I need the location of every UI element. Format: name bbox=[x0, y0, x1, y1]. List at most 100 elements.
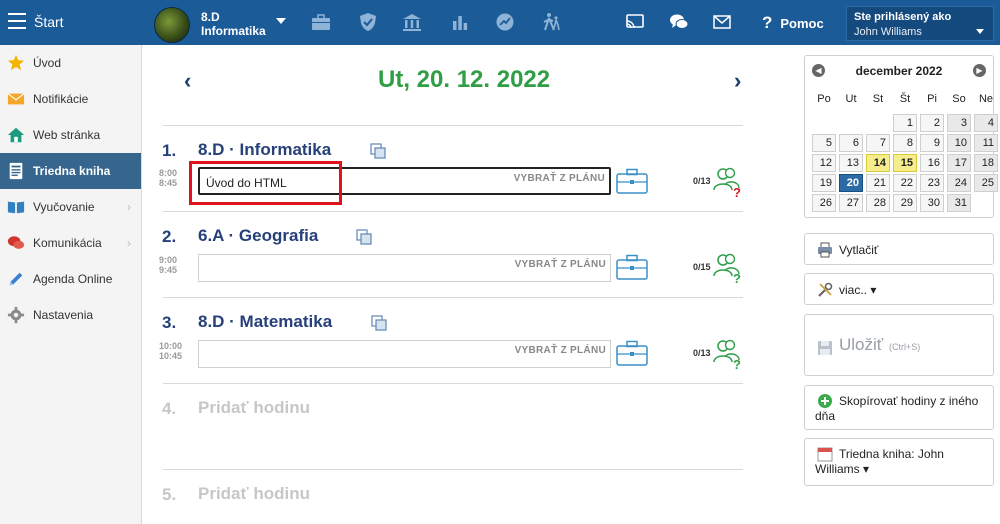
save-button[interactable]: Uložiť (Ctrl+S) bbox=[804, 314, 994, 376]
calendar-day[interactable]: 28 bbox=[866, 194, 890, 212]
calendar-day[interactable]: 13 bbox=[839, 154, 863, 172]
sidebar-item-label: Úvod bbox=[33, 56, 62, 70]
copy-icon[interactable] bbox=[356, 229, 372, 245]
select-from-plan-link[interactable]: VYBRAŤ Z PLÁNU bbox=[515, 345, 606, 356]
hamburger-menu-icon[interactable] bbox=[8, 13, 26, 29]
briefcase-icon[interactable] bbox=[310, 12, 332, 32]
sidebar-item-vyucovanie[interactable]: Vyučovanie › bbox=[0, 189, 141, 225]
calendar-day[interactable]: 21 bbox=[866, 174, 890, 192]
calendar-day[interactable]: 27 bbox=[839, 194, 863, 212]
calendar-weekday-header: Po bbox=[817, 93, 831, 105]
calendar-next-month-button[interactable]: ▶ bbox=[973, 64, 986, 77]
calendar-day[interactable]: 31 bbox=[947, 194, 971, 212]
pen-icon bbox=[9, 272, 23, 286]
add-lesson-button[interactable]: Pridať hodinu bbox=[198, 484, 310, 504]
class-dropdown-caret-icon[interactable] bbox=[276, 18, 286, 24]
calendar-day[interactable]: 11 bbox=[974, 134, 998, 152]
calendar-day[interactable]: 18 bbox=[974, 154, 998, 172]
lesson-title[interactable]: 8.D · Matematika bbox=[198, 312, 332, 332]
hiking-icon[interactable] bbox=[540, 12, 562, 32]
sidebar-item-notifikacie[interactable]: Notifikácie bbox=[0, 81, 141, 117]
sidebar-item-label: Triedna kniha bbox=[33, 164, 111, 178]
calendar-day[interactable]: 5 bbox=[812, 134, 836, 152]
help-button[interactable]: ? Pomoc bbox=[762, 13, 824, 33]
sidebar-item-agenda-online[interactable]: Agenda Online bbox=[0, 261, 141, 297]
calendar-day[interactable]: 22 bbox=[893, 174, 917, 192]
calendar-day[interactable]: 29 bbox=[893, 194, 917, 212]
sidebar-item-komunikacia[interactable]: Komunikácia › bbox=[0, 225, 141, 261]
sidebar-item-nastavenia[interactable]: Nastavenia bbox=[0, 297, 141, 333]
calendar-day[interactable]: 2 bbox=[920, 114, 944, 132]
lesson-title[interactable]: 6.A · Geografia bbox=[198, 226, 318, 246]
next-day-button[interactable]: › bbox=[734, 68, 741, 94]
calendar-day[interactable]: 30 bbox=[920, 194, 944, 212]
calendar-weekday-header: Pi bbox=[927, 93, 937, 105]
calendar-day[interactable]: 17 bbox=[947, 154, 971, 172]
copy-icon[interactable] bbox=[371, 315, 387, 331]
calendar-day[interactable]: 10 bbox=[947, 134, 971, 152]
select-from-plan-link[interactable]: VYBRAŤ Z PLÁNU bbox=[514, 173, 605, 184]
calendar-day[interactable]: 24 bbox=[947, 174, 971, 192]
bar-chart-icon[interactable] bbox=[449, 12, 471, 32]
calendar-day[interactable]: 16 bbox=[920, 154, 944, 172]
shield-icon[interactable] bbox=[357, 12, 379, 32]
add-lesson-button[interactable]: Pridať hodinu bbox=[198, 398, 310, 418]
briefcase-icon[interactable] bbox=[616, 254, 648, 280]
calendar-day[interactable]: 1 bbox=[893, 114, 917, 132]
cast-screen-icon[interactable] bbox=[624, 12, 646, 32]
calendar-day[interactable]: 9 bbox=[920, 134, 944, 152]
envelope-icon bbox=[7, 93, 25, 105]
sidebar-item-triedna-kniha[interactable]: Triedna kniha bbox=[0, 153, 141, 189]
mail-icon[interactable] bbox=[711, 12, 733, 32]
previous-day-button[interactable]: ‹ bbox=[184, 68, 191, 94]
copy-icon[interactable] bbox=[370, 143, 386, 159]
floppy-disk-icon bbox=[818, 341, 832, 355]
more-button[interactable]: viac.. ▾ bbox=[804, 273, 994, 305]
institution-icon[interactable] bbox=[401, 12, 423, 32]
calendar-day[interactable]: 6 bbox=[839, 134, 863, 152]
class-selector[interactable]: 8.D Informatika bbox=[201, 10, 266, 38]
top-bar: Štart 8.D Informatika ? Pomoc Ste prihlá… bbox=[0, 0, 1000, 45]
sidebar-item-label: Vyučovanie bbox=[33, 200, 95, 214]
lesson-topic-input[interactable]: VYBRAŤ Z PLÁNU bbox=[198, 254, 611, 282]
sidebar: Úvod Notifikácie Web stránka Triedna kni… bbox=[0, 45, 142, 524]
chevron-right-icon: › bbox=[127, 200, 131, 214]
calendar-day[interactable]: 12 bbox=[812, 154, 836, 172]
dashboard-icon[interactable] bbox=[494, 12, 516, 32]
lesson-end-time: 9:45 bbox=[159, 265, 178, 275]
lesson-start-time: 10:00 bbox=[159, 341, 183, 351]
lesson-topic-input[interactable]: VYBRAŤ Z PLÁNU bbox=[198, 340, 611, 368]
calendar-day[interactable]: 26 bbox=[812, 194, 836, 212]
copy-lessons-label-1: Skopírovať hodiny z iného bbox=[839, 394, 979, 408]
calendar-day[interactable]: 23 bbox=[920, 174, 944, 192]
calendar-day[interactable]: 8 bbox=[893, 134, 917, 152]
sidebar-item-uvod[interactable]: Úvod bbox=[0, 45, 141, 81]
calendar-day[interactable]: 3 bbox=[947, 114, 971, 132]
copy-lessons-button[interactable]: Skopírovať hodiny z iného dňa bbox=[804, 385, 994, 430]
sidebar-item-web-stranka[interactable]: Web stránka bbox=[0, 117, 141, 153]
calendar-day[interactable]: 19 bbox=[812, 174, 836, 192]
class-book-selector[interactable]: Triedna kniha: John Williams ▾ bbox=[804, 438, 994, 486]
calendar-day[interactable]: 25 bbox=[974, 174, 998, 192]
calendar-day[interactable]: 15 bbox=[893, 154, 917, 172]
chat-bubbles-icon[interactable] bbox=[668, 12, 690, 32]
calendar-day[interactable]: 20 bbox=[839, 174, 863, 192]
lesson-number: 4. bbox=[162, 399, 177, 418]
class-book-label-1: Triedna kniha: John bbox=[839, 447, 944, 461]
class-avatar[interactable] bbox=[154, 7, 190, 43]
user-menu-caret-icon bbox=[976, 29, 984, 34]
lesson-title[interactable]: 8.D · Informatika bbox=[198, 140, 331, 160]
calendar-day[interactable]: 14 bbox=[866, 154, 890, 172]
calendar-header: ◀ december 2022 ▶ bbox=[805, 56, 993, 84]
user-menu[interactable]: Ste prihlásený ako John Williams bbox=[846, 6, 994, 41]
calendar-day[interactable]: 4 bbox=[974, 114, 998, 132]
print-button[interactable]: Vytlačiť bbox=[804, 233, 994, 265]
select-from-plan-link[interactable]: VYBRAŤ Z PLÁNU bbox=[515, 259, 606, 270]
lesson-start-time: 9:00 bbox=[159, 255, 178, 265]
home-icon bbox=[7, 127, 25, 143]
briefcase-icon[interactable] bbox=[616, 168, 648, 194]
calendar-day[interactable]: 7 bbox=[866, 134, 890, 152]
attendance-status-mark: ? bbox=[733, 357, 741, 372]
briefcase-icon[interactable] bbox=[616, 340, 648, 366]
start-link[interactable]: Štart bbox=[34, 14, 64, 30]
